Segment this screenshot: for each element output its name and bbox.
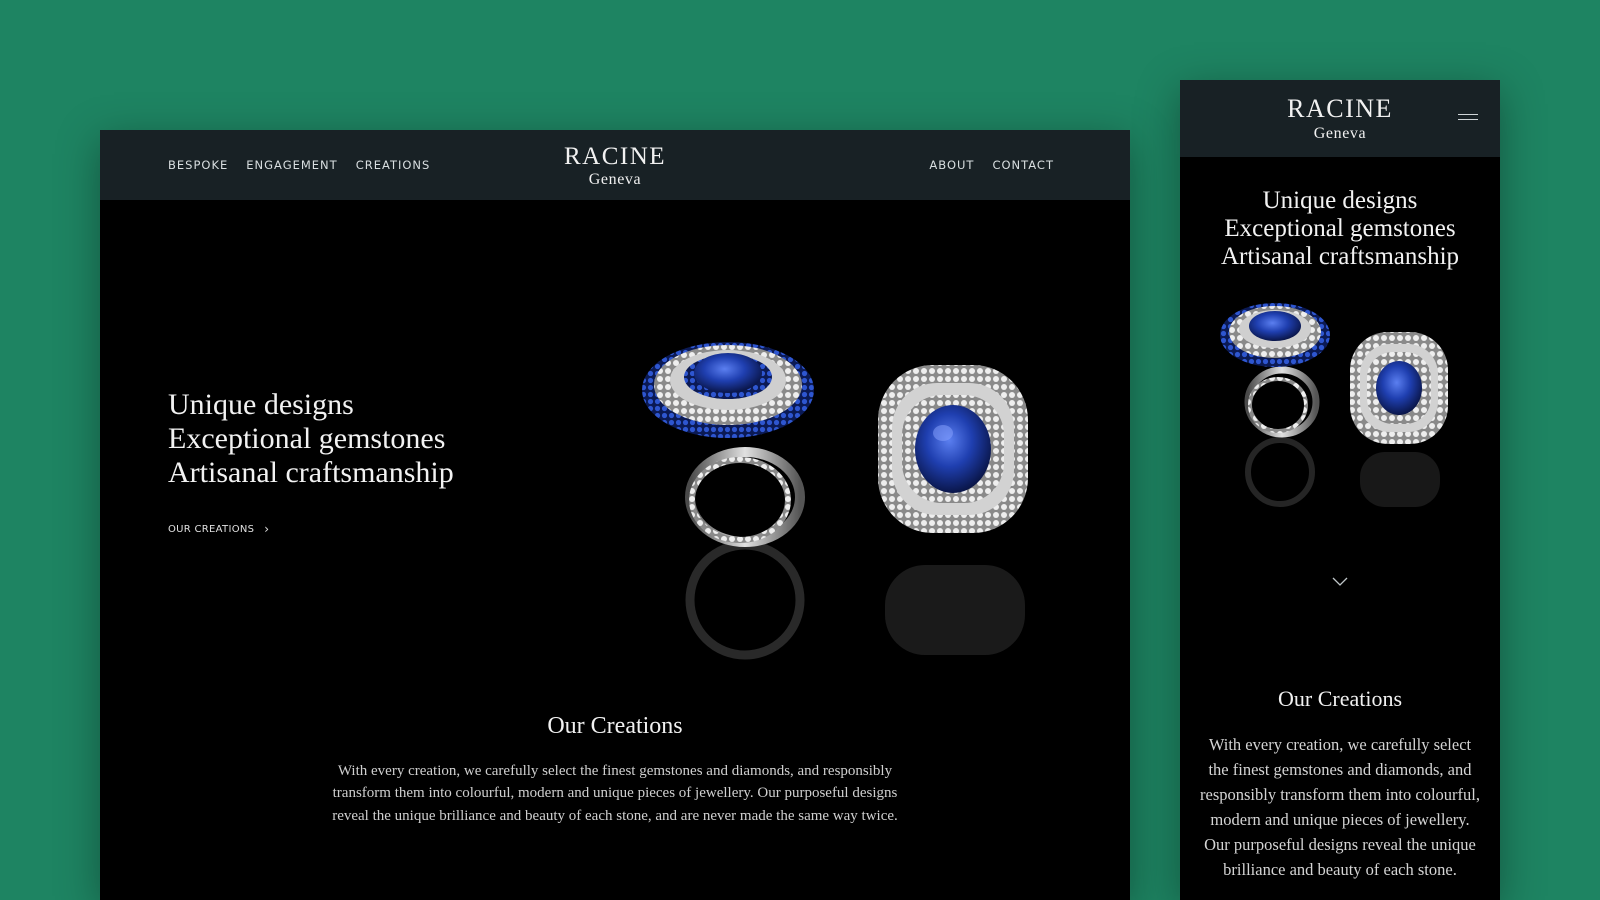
- logo-brand: RACINE: [1287, 94, 1393, 123]
- desktop-mockup: BESPOKE ENGAGEMENT CREATIONS RACINE Gene…: [100, 130, 1130, 900]
- hero-line: Exceptional gemstones: [168, 422, 446, 455]
- hero-line: Unique designs: [1262, 187, 1418, 214]
- hero-line: Exceptional gemstones: [1224, 215, 1456, 242]
- desktop-nav-right: ABOUT CONTACT: [929, 130, 1054, 200]
- hero-line: Unique designs: [168, 388, 354, 421]
- hero-rings-image: [642, 342, 1028, 660]
- section-body: With every creation, we carefully select…: [332, 763, 898, 824]
- desktop-header: BESPOKE ENGAGEMENT CREATIONS RACINE Gene…: [100, 130, 1130, 200]
- hero-line: Artisanal craftsmanship: [168, 456, 454, 489]
- mobile-logo[interactable]: RACINE Geneva: [1180, 96, 1500, 142]
- cta-label: OUR CREATIONS: [168, 523, 255, 535]
- nav-about[interactable]: ABOUT: [929, 158, 974, 172]
- mobile-hero-rings-image: [1220, 303, 1448, 507]
- mobile-header: RACINE Geneva: [1180, 80, 1500, 157]
- mobile-section-title: Our Creations: [1277, 686, 1403, 711]
- chevron-down-icon[interactable]: [1332, 577, 1348, 587]
- logo-city: Geneva: [1313, 125, 1367, 142]
- hero-line: Artisanal craftsmanship: [1220, 243, 1460, 270]
- chevron-right-icon: ›: [264, 522, 270, 536]
- nav-contact[interactable]: CONTACT: [992, 158, 1054, 172]
- hero-headline: Unique designs Exceptional gemstones Art…: [168, 388, 454, 490]
- our-creations-link[interactable]: OUR CREATIONS ›: [168, 522, 269, 536]
- mobile-mockup: RACINE Geneva Unique designs Exceptional…: [1180, 80, 1500, 900]
- hamburger-menu-icon[interactable]: [1458, 112, 1478, 122]
- mobile-section-body: With every creation, we carefully select…: [1200, 735, 1480, 879]
- section-title: Our Creations: [547, 713, 683, 739]
- mobile-hero-headline: Unique designs Exceptional gemstones Art…: [1180, 187, 1500, 271]
